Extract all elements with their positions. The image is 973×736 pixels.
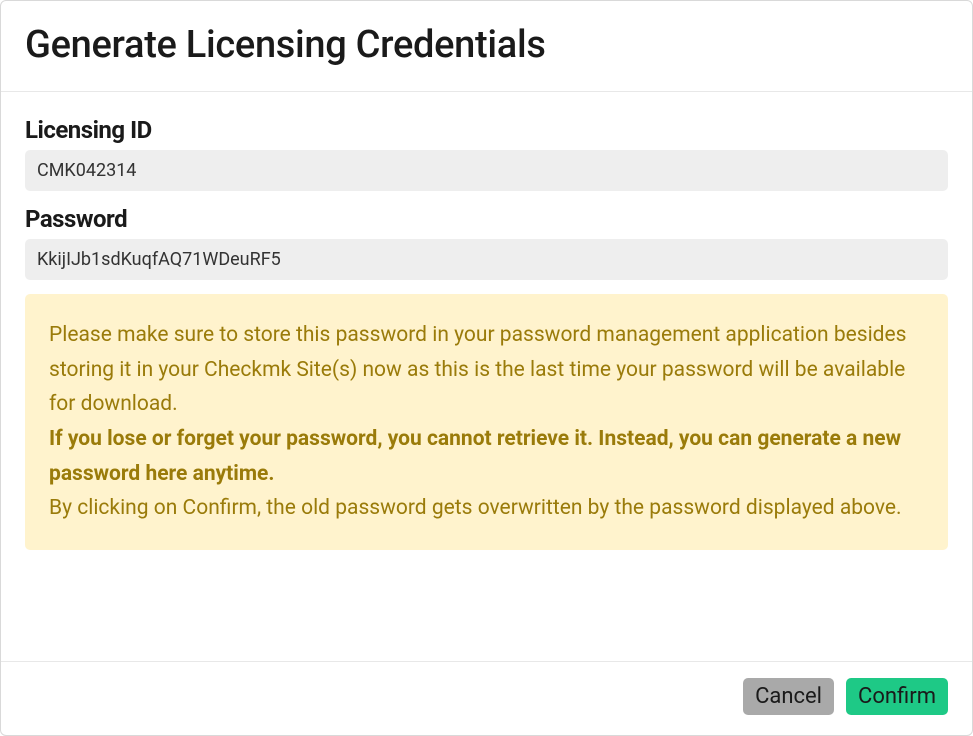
password-label: Password <box>25 205 948 233</box>
warning-text-line2: By clicking on Confirm, the old password… <box>49 496 902 520</box>
cancel-button[interactable]: Cancel <box>743 678 834 715</box>
confirm-button[interactable]: Confirm <box>846 678 948 715</box>
modal-header: Generate Licensing Credentials <box>1 1 972 92</box>
modal-title: Generate Licensing Credentials <box>25 23 948 67</box>
password-input[interactable] <box>25 239 948 280</box>
licensing-id-label: Licensing ID <box>25 116 948 144</box>
licensing-id-field-group: Licensing ID <box>25 116 948 205</box>
warning-box: Please make sure to store this password … <box>25 294 948 550</box>
generate-licensing-credentials-modal: Generate Licensing Credentials Licensing… <box>0 0 973 736</box>
modal-body: Licensing ID Password Please make sure t… <box>1 92 972 661</box>
password-field-group: Password <box>25 205 948 294</box>
warning-text-line1: Please make sure to store this password … <box>49 323 907 416</box>
licensing-id-input[interactable] <box>25 150 948 191</box>
warning-text-bold: If you lose or forget your password, you… <box>49 427 901 486</box>
modal-footer: Cancel Confirm <box>1 661 972 735</box>
warning-text: Please make sure to store this password … <box>49 318 924 526</box>
